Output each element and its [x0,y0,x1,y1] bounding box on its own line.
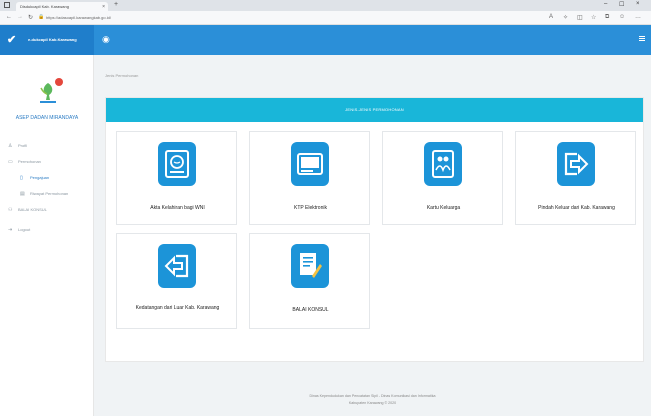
card-label: BALAI KONSUL [292,307,329,313]
minimize-button[interactable]: – [604,1,607,7]
card-kartu-keluarga[interactable]: Kartu Keluarga [382,131,503,225]
sidebar-toggle-icon[interactable]: ◉ [102,34,110,45]
sidebar-item-label: Riwayat Permohonan [30,191,69,196]
sidebar-item-label: Profil [18,143,28,148]
tab-title: Disdukcapil Kab. Karawang [20,4,69,9]
card-label: Kedatangan dari Luar Kab. Karawang [135,305,220,311]
list-icon: ▤ [20,191,25,197]
sidebar-item-pengajuan[interactable]: ▯ Pengajuan [20,175,49,181]
user-name: ASEP DADAN MIRANDAYA [15,115,79,121]
document-icon: ▯ [20,175,23,181]
top-navbar: ◉ [94,25,651,55]
sidebar-item-balai-konsul[interactable]: ⚇ BALAI KONSUL [8,207,47,213]
refresh-icon[interactable]: ↻ [28,14,33,21]
card-kedatangan[interactable]: Kedatangan dari Luar Kab. Karawang [116,233,237,329]
profile-icon[interactable]: ☺ [619,14,625,20]
address-bar[interactable]: https://adasoapil.karawangkab.go.id/ [46,14,486,22]
new-tab-button[interactable]: + [114,1,118,8]
notification-badge[interactable] [55,78,63,86]
breadcrumb: Jenis Permohonan [105,73,139,78]
tab-actions-icon[interactable] [4,2,10,8]
card-pindah-keluar[interactable]: Pindah Keluar dari Kab. Karawang [515,131,636,225]
close-window-button[interactable]: × [636,1,640,7]
person-icon: ♙ [8,143,13,149]
address-toolbar: ← → ↻ 🔒 https://adasoapil.karawangkab.go… [0,11,651,25]
forward-icon[interactable]: → [17,14,23,20]
monitor-icon: ▭ [8,159,13,165]
request-types-panel: JENIS-JENIS PERMOHONAN Akta Kelahiran ba… [105,97,644,362]
people-icon: ⚇ [8,207,13,213]
footer-line-2: Kabupaten Karawang © 2020 [348,401,397,405]
favorites-icon[interactable]: ☆ [591,14,596,21]
logout-icon: ⇥ [8,227,13,233]
panel-title: JENIS-JENIS PERMOHONAN [106,98,643,122]
lock-icon: 🔒 [38,14,45,20]
back-icon[interactable]: ← [6,14,12,20]
footer: Dinas Kependudukan dan Pencatatan Sipil … [94,393,651,407]
browser-tab-strip: Disdukcapil Kab. Karawang × + – ☐ × [0,0,651,11]
app-brand[interactable]: e-dukcapil Kab.Karawang [28,37,77,42]
tab-close-icon[interactable]: × [102,4,105,10]
split-screen-icon[interactable]: ◫ [577,14,583,21]
baby-icon [158,142,196,186]
check-logo-icon: ✔ [7,34,17,46]
card-balai-konsul[interactable]: BALAI KONSUL [249,233,370,329]
footer-line-1: Dinas Kependudukan dan Pencatatan Sipil … [309,394,436,398]
more-menu-icon[interactable]: … [635,14,641,20]
extension-icon[interactable]: ✧ [563,14,568,21]
move-in-icon [158,244,196,288]
id-card-icon [291,142,329,186]
sidebar-item-label: Pengajuan [30,175,50,180]
collections-icon[interactable]: ⧉ [605,14,609,21]
sidebar-item-profil[interactable]: ♙ Profil [8,143,27,149]
card-label: Kartu Keluarga [426,205,461,211]
app-brand-bar: ✔ e-dukcapil Kab.Karawang [0,25,94,55]
menu-icon[interactable] [639,36,645,41]
sidebar-item-label: Permohonan [18,159,41,164]
card-akta-kelahiran[interactable]: Akta Kelahiran bagi WNI [116,131,237,225]
card-ktp-elektronik[interactable]: KTP Elektronik [249,131,370,225]
maximize-button[interactable]: ☐ [619,1,624,8]
card-label: Pindah Keluar dari Kab. Karawang [538,205,615,211]
sidebar: ASEP DADAN MIRANDAYA ♙ Profil ▭ Permohonan… [0,55,94,416]
sidebar-item-riwayat-permohonan[interactable]: ▤ Riwayat Permohonan [20,191,68,197]
consult-document-icon [291,244,329,288]
sidebar-item-permohonan[interactable]: ▭ Permohonan [8,159,41,165]
sidebar-item-label: BALAI KONSUL [18,207,47,212]
read-aloud-icon[interactable]: A [549,14,553,20]
move-out-icon [557,142,595,186]
sidebar-item-logout[interactable]: ⇥ Logout [8,227,30,233]
card-label: Akta Kelahiran bagi WNI [150,205,205,211]
card-label: KTP Elektronik [294,205,327,211]
sidebar-item-label: Logout [18,227,31,232]
family-icon [424,142,462,186]
browser-tab[interactable]: Disdukcapil Kab. Karawang × [16,2,108,11]
